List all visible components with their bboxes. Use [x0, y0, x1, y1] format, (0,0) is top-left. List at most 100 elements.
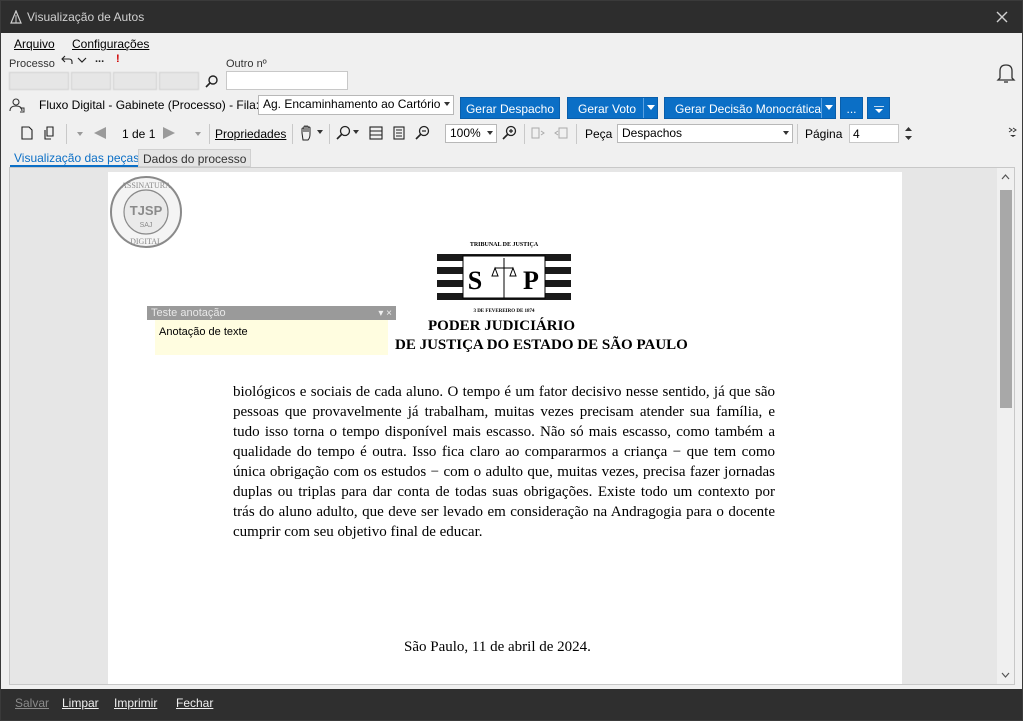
title-bar: Visualização de Autos	[1, 1, 1022, 33]
document-body-text: biológicos e sociais de cada aluno. O te…	[233, 384, 775, 540]
processo-label: Processo	[9, 58, 55, 70]
seal-saj-text: SAJ	[140, 222, 153, 229]
remove-page-icon[interactable]	[554, 126, 568, 140]
first-page-icon[interactable]	[76, 129, 84, 137]
toolbar-separator	[209, 124, 210, 144]
more-options-button[interactable]: ...	[95, 53, 104, 65]
outro-numero-input[interactable]	[226, 71, 348, 90]
outro-numero-label: Outro nº	[226, 58, 267, 70]
workflow-text: Fluxo Digital - Gabinete (Processo) - Fi…	[39, 98, 260, 112]
undo-icon[interactable]	[61, 55, 73, 65]
prev-page-icon[interactable]	[92, 126, 108, 140]
close-icon[interactable]	[992, 7, 1012, 27]
pagina-input[interactable]	[849, 124, 899, 143]
zoom-value: 100%	[450, 126, 481, 140]
processo-field-part2[interactable]	[71, 72, 111, 90]
chevron-down-icon[interactable]	[353, 130, 359, 135]
window-title: Visualização de Autos	[27, 10, 145, 24]
toolbar-separator	[576, 124, 577, 144]
page-indicator: 1 de 1	[122, 127, 156, 141]
toolbar-separator	[524, 124, 525, 144]
salvar-button[interactable]: Salvar	[15, 696, 49, 710]
zoom-in-icon[interactable]	[502, 125, 517, 140]
chevron-down-icon	[647, 105, 655, 110]
gerar-voto-button[interactable]: Gerar Voto	[567, 97, 658, 119]
workflow-user-icon	[9, 98, 25, 113]
seal-bottom-text: DIGITAL	[130, 237, 162, 246]
zoom-select[interactable]: 100%	[445, 124, 497, 143]
tab-dados-processo[interactable]: Dados do processo	[138, 149, 252, 167]
limpar-button[interactable]: Limpar	[62, 696, 99, 710]
imprimir-button[interactable]: Imprimir	[114, 696, 157, 710]
scroll-thumb[interactable]	[1000, 190, 1012, 408]
fit-page-icon[interactable]	[392, 126, 406, 140]
menu-arquivo[interactable]: Arquivo	[14, 37, 55, 51]
search-icon[interactable]	[336, 125, 351, 140]
scroll-up-icon[interactable]	[1001, 174, 1010, 180]
annotation-text[interactable]: Anotação de texte	[155, 320, 388, 355]
app-icon	[10, 10, 22, 24]
hand-pan-icon[interactable]	[299, 125, 315, 141]
logo-top-text: TRIBUNAL DE JUSTIÇA	[470, 242, 539, 248]
new-document-icon[interactable]	[20, 126, 34, 140]
processo-field-part4[interactable]	[159, 72, 199, 90]
fila-select[interactable]: Ag. Encaminhamento ao Cartório	[258, 95, 454, 115]
processo-field-part3[interactable]	[113, 72, 157, 90]
vertical-scrollbar[interactable]	[997, 168, 1014, 684]
propriedades-button[interactable]: Propriedades	[215, 127, 286, 141]
chevron-down-icon	[487, 131, 493, 135]
collapse-icon	[874, 106, 884, 113]
fit-width-icon[interactable]	[369, 126, 383, 140]
processo-field-part1[interactable]	[9, 72, 69, 90]
document-viewer[interactable]: ASSINATURA TJSP SAJ DIGITAL TRIBUNAL DE …	[9, 167, 1015, 685]
chevron-down-icon[interactable]	[317, 130, 323, 135]
insert-page-icon[interactable]	[531, 126, 545, 140]
chevron-down-icon[interactable]	[77, 56, 87, 64]
annotation-title: Teste anotação	[151, 307, 226, 319]
logo-date-text: 3 DE FEVEREIRO DE 1874	[473, 309, 535, 314]
chevron-down-icon	[825, 105, 833, 110]
overflow-chevron-icon[interactable]	[1008, 126, 1018, 138]
peca-value: Despachos	[622, 126, 683, 140]
seal-top-text: ASSINATURA	[121, 181, 171, 190]
bell-icon[interactable]	[996, 62, 1016, 84]
chevron-down-icon	[444, 102, 450, 106]
gerar-despacho-button[interactable]: Gerar Despacho	[460, 97, 560, 119]
heading-tribunal: DE JUSTIÇA DO ESTADO DE SÃO PAULO	[395, 337, 688, 353]
heading-poder-judiciario: PODER JUDICIÁRIO	[428, 318, 576, 334]
annotation-controls[interactable]: ▾ ×	[378, 307, 392, 321]
more-actions-button[interactable]: ...	[840, 97, 863, 119]
fila-value: Ag. Encaminhamento ao Cartório	[263, 97, 441, 111]
toolbar-separator	[66, 124, 67, 144]
footer-bar: Salvar Limpar Imprimir Fechar	[1, 689, 1022, 720]
peca-select[interactable]: Despachos	[617, 124, 793, 143]
peca-label: Peça	[585, 127, 613, 141]
search-icon[interactable]	[205, 74, 219, 88]
expand-actions-button[interactable]	[867, 97, 890, 119]
main-window: Visualização de Autos Arquivo Configuraç…	[0, 0, 1023, 721]
scroll-down-icon[interactable]	[1001, 672, 1010, 678]
seal-center-text: TJSP	[130, 203, 163, 218]
fechar-button[interactable]: Fechar	[176, 696, 213, 710]
gerar-decisao-button[interactable]: Gerar Decisão Monocrática	[664, 97, 836, 119]
zoom-out-icon[interactable]	[415, 125, 430, 140]
tab-visualizacao-pecas[interactable]: Visualização das peças	[10, 149, 144, 167]
gerar-decisao-dropdown[interactable]	[821, 98, 835, 118]
annotation-popup[interactable]: Teste anotação ▾ × Anotação de texte	[147, 306, 396, 355]
annotation-header[interactable]: Teste anotação ▾ ×	[147, 306, 396, 320]
document-date: São Paulo, 11 de abril de 2024.	[404, 639, 591, 655]
logo-right-letter: P	[523, 266, 539, 295]
menu-configuracoes[interactable]: Configurações	[72, 37, 149, 51]
digital-signature-seal: ASSINATURA TJSP SAJ DIGITAL	[110, 176, 182, 248]
document-page: ASSINATURA TJSP SAJ DIGITAL TRIBUNAL DE …	[108, 172, 902, 684]
logo-left-letter: S	[468, 266, 482, 295]
pagina-stepper[interactable]	[904, 124, 913, 143]
next-page-icon[interactable]	[161, 126, 177, 140]
alert-icon: !	[116, 53, 120, 65]
toolbar-separator	[329, 124, 330, 144]
last-page-icon[interactable]	[194, 129, 202, 137]
toolbar-separator	[797, 124, 798, 144]
copy-document-icon[interactable]	[43, 126, 57, 140]
gerar-voto-dropdown[interactable]	[643, 98, 657, 118]
chevron-down-icon	[783, 131, 789, 135]
